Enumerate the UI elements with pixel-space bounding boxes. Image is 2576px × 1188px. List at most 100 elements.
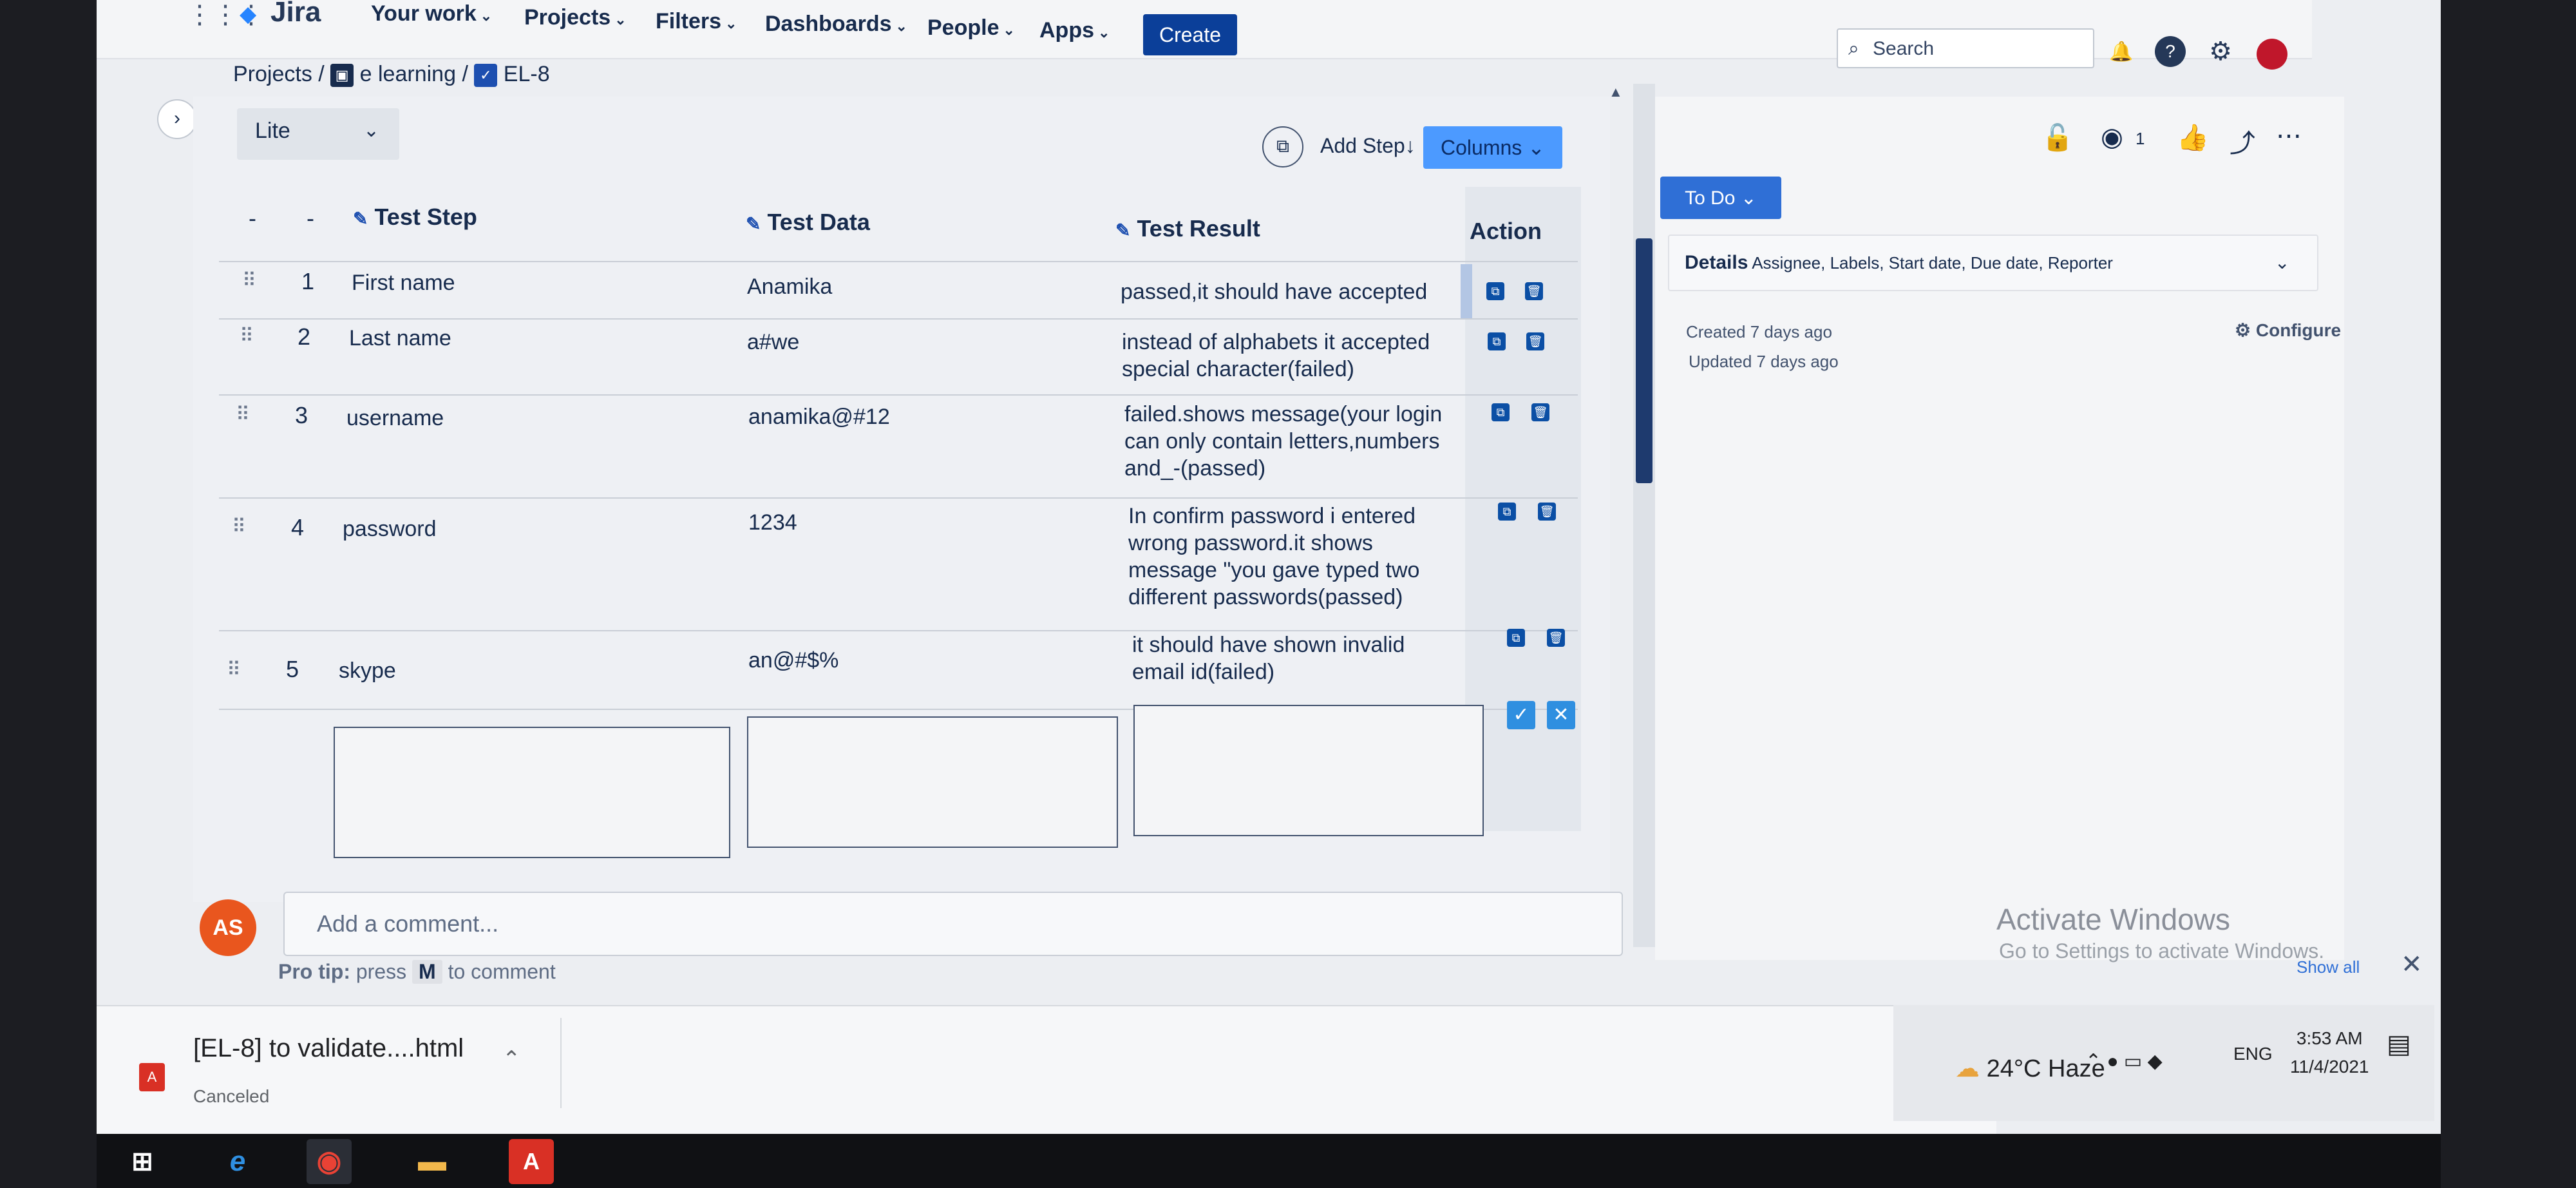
breadcrumb-issue[interactable]: EL-8 xyxy=(504,62,550,86)
delete-icon[interactable]: 🗑 xyxy=(1525,282,1543,300)
weather-widget[interactable]: ☁ 24°C Haze xyxy=(1955,1054,2105,1083)
expand-sidebar-button[interactable]: › xyxy=(157,99,197,139)
close-downloads-button[interactable]: ✕ xyxy=(2401,950,2423,979)
data-cell[interactable]: anamika@#12 xyxy=(748,403,1083,430)
clone-icon[interactable]: ⧉ xyxy=(1492,403,1510,421)
watch-icon[interactable]: ◉ xyxy=(2101,122,2123,152)
acrobat-icon[interactable]: A xyxy=(509,1139,554,1184)
notification-center-icon[interactable]: ▤ xyxy=(2387,1030,2411,1059)
drag-handle-icon[interactable]: ⠿ xyxy=(242,269,256,292)
data-cell[interactable]: a#we xyxy=(747,329,1082,356)
search-icon: ⌕ xyxy=(1848,38,1859,59)
add-step-button[interactable]: Add Step↓ xyxy=(1320,134,1416,158)
header-action: Action xyxy=(1470,218,1542,244)
scroll-up-icon[interactable]: ▲ xyxy=(1609,84,1623,101)
chevron-down-icon: ⌄ xyxy=(1528,136,1545,159)
drag-handle-icon[interactable]: ⠿ xyxy=(236,403,250,426)
tray-icons[interactable]: ⌃ ● ▭ ◆ xyxy=(2085,1050,2163,1073)
clone-icon[interactable]: ⧉ xyxy=(1486,282,1504,300)
like-icon[interactable]: 👍 xyxy=(2177,122,2209,153)
search-input[interactable]: ⌕ Search xyxy=(1837,28,2094,68)
drag-handle-icon[interactable]: ⠿ xyxy=(232,515,246,538)
issue-details-panel xyxy=(1655,97,2344,960)
settings-icon[interactable]: ⚙ xyxy=(2205,36,2236,67)
comment-input[interactable]: Add a comment... xyxy=(283,892,1623,956)
delete-icon[interactable]: 🗑 xyxy=(1538,503,1556,521)
help-icon[interactable]: ? xyxy=(2155,36,2186,67)
nav-dashboards[interactable]: Dashboards ⌄ xyxy=(765,12,907,37)
delete-icon[interactable]: 🗑 xyxy=(1531,403,1549,421)
data-cell[interactable]: 1234 xyxy=(748,509,1083,536)
header-test-step[interactable]: ✎ Test Step xyxy=(353,204,477,231)
scrollbar-thumb[interactable] xyxy=(1636,238,1653,483)
header-test-data[interactable]: ✎ Test Data xyxy=(746,209,870,236)
edge-browser-icon[interactable]: e xyxy=(215,1139,260,1184)
activate-windows-title: Activate Windows xyxy=(1996,903,2231,936)
data-cell[interactable]: an@#$% xyxy=(748,647,1083,674)
nav-filters[interactable]: Filters ⌄ xyxy=(656,9,737,34)
new-step-input[interactable] xyxy=(334,727,730,858)
nav-your-work[interactable]: Your work ⌄ xyxy=(371,1,492,26)
new-result-input[interactable] xyxy=(1133,705,1484,836)
view-select[interactable]: Lite ⌄ xyxy=(237,108,399,160)
updated-date: Updated 7 days ago xyxy=(1689,352,1839,371)
avatar[interactable] xyxy=(2257,39,2287,70)
drag-handle-icon[interactable]: ⠿ xyxy=(227,658,241,681)
result-cell[interactable]: passed,it should have accepted xyxy=(1121,278,1468,305)
columns-button[interactable]: Columns ⌄ xyxy=(1423,126,1562,169)
create-button[interactable]: Create xyxy=(1143,14,1237,55)
breadcrumb-projects[interactable]: Projects xyxy=(233,62,312,86)
step-cell[interactable]: skype xyxy=(339,657,699,684)
step-number: 5 xyxy=(286,656,299,682)
step-cell[interactable]: Last name xyxy=(349,325,710,352)
result-cell[interactable]: it should have shown invalid email id(fa… xyxy=(1132,631,1454,685)
clone-icon[interactable]: ⧉ xyxy=(1507,629,1525,647)
nav-projects[interactable]: Projects ⌄ xyxy=(524,5,627,30)
chevron-up-icon[interactable]: ⌃ xyxy=(502,1046,521,1072)
status-button[interactable]: To Do ⌄ xyxy=(1660,177,1781,219)
copy-icon[interactable]: ⧉ xyxy=(1262,126,1303,168)
clone-icon[interactable]: ⧉ xyxy=(1488,332,1506,350)
step-cell[interactable]: First name xyxy=(352,269,712,296)
show-all-button[interactable]: Show all xyxy=(2297,957,2360,977)
confirm-step-button[interactable]: ✓ xyxy=(1507,701,1535,729)
header-test-result[interactable]: ✎ Test Result xyxy=(1115,215,1260,242)
cancel-step-button[interactable]: ✕ xyxy=(1547,701,1575,729)
jira-logo-icon[interactable]: ◆ xyxy=(240,1,256,27)
data-cell[interactable]: Anamika xyxy=(747,273,1082,300)
windows-start-icon[interactable]: ⊞ xyxy=(120,1139,165,1184)
configure-button[interactable]: ⚙ Configure xyxy=(2235,320,2341,341)
chevron-down-icon: ⌄ xyxy=(1740,187,1757,209)
new-data-input[interactable] xyxy=(747,716,1118,848)
language-indicator[interactable]: ENG xyxy=(2233,1044,2273,1064)
chrome-icon[interactable]: ◉ xyxy=(307,1139,352,1184)
clock[interactable]: 3:53 AM 11/4/2021 xyxy=(2290,1024,2369,1081)
download-filename[interactable]: [EL-8] to validate....html xyxy=(193,1034,464,1063)
delete-icon[interactable]: 🗑 xyxy=(1547,629,1565,647)
delete-icon[interactable]: 🗑 xyxy=(1526,332,1544,350)
jira-logo-text[interactable]: Jira xyxy=(270,0,321,28)
breadcrumb: Projects / ▣ e learning / ✓ EL-8 xyxy=(233,62,550,88)
notifications-icon[interactable]: 🔔 xyxy=(2106,36,2137,67)
share-icon[interactable]: ⤴ xyxy=(2230,122,2255,160)
details-section[interactable]: Details Assignee, Labels, Start date, Du… xyxy=(1668,235,2318,291)
step-cell[interactable]: password xyxy=(343,515,703,542)
chevron-down-icon: ⌄ xyxy=(614,12,627,28)
clone-icon[interactable]: ⧉ xyxy=(1498,503,1516,521)
result-cell[interactable]: instead of alphabets it accepted special… xyxy=(1122,329,1457,383)
more-icon[interactable]: ⋯ xyxy=(2276,121,2302,151)
drag-handle-icon[interactable]: ⠿ xyxy=(240,325,254,347)
nav-apps[interactable]: Apps ⌄ xyxy=(1039,18,1110,43)
lock-icon[interactable]: 🔓 xyxy=(2041,122,2074,153)
result-cell[interactable]: failed.shows message(your login can only… xyxy=(1124,401,1466,482)
row-divider xyxy=(219,318,1578,320)
nav-people[interactable]: People ⌄ xyxy=(927,15,1015,41)
vertical-scrollbar[interactable] xyxy=(1633,84,1655,947)
file-explorer-icon[interactable]: ▬ xyxy=(410,1139,455,1184)
result-cell[interactable]: In confirm password i entered wrong pass… xyxy=(1128,503,1463,611)
gear-icon: ⚙ xyxy=(2235,320,2251,340)
chevron-down-icon: ⌄ xyxy=(1003,22,1015,38)
step-cell[interactable]: username xyxy=(346,405,707,432)
issue-type-icon: ✓ xyxy=(474,64,498,88)
breadcrumb-project[interactable]: e learning xyxy=(360,62,456,86)
